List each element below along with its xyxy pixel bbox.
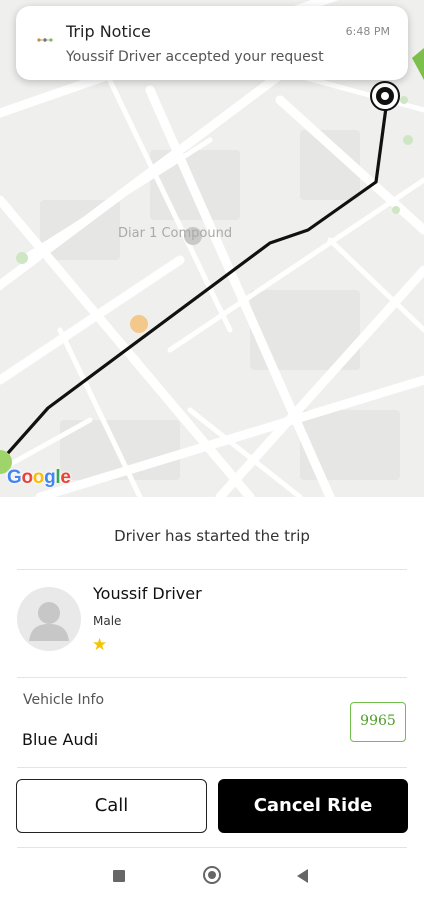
recents-icon[interactable] [113,870,125,882]
trip-details-sheet: Driver has started the trip Youssif Driv… [0,497,424,900]
back-icon[interactable] [297,869,308,883]
driver-gender: Male [93,614,122,628]
google-logo: Google [7,467,71,488]
divider [17,677,407,678]
system-navigation-bar [0,850,424,900]
notification-title: Trip Notice [66,22,151,41]
car-icon [36,30,54,42]
home-icon[interactable] [203,866,221,884]
divider [17,847,407,848]
person-placeholder-icon [29,602,69,641]
trip-status-text: Driver has started the trip [114,527,310,545]
call-button[interactable]: Call [16,779,207,833]
divider [17,767,407,768]
driver-name: Youssif Driver [93,584,202,603]
notification-time: 6:48 PM [345,25,390,38]
plate-number-badge: 9965 [350,702,406,742]
trip-notification[interactable]: Trip Notice Youssif Driver accepted your… [16,6,408,80]
vehicle-name: Blue Audi [22,730,99,749]
driver-avatar [17,587,81,651]
vehicle-info-label: Vehicle Info [23,692,105,708]
notification-message: Youssif Driver accepted your request [66,49,324,65]
divider [17,569,407,570]
map-place-label: Diar 1 Compound [118,226,233,241]
star-icon: ★ [92,635,108,655]
driver-location-pin-icon[interactable] [369,80,401,112]
cancel-ride-button[interactable]: Cancel Ride [218,779,408,833]
